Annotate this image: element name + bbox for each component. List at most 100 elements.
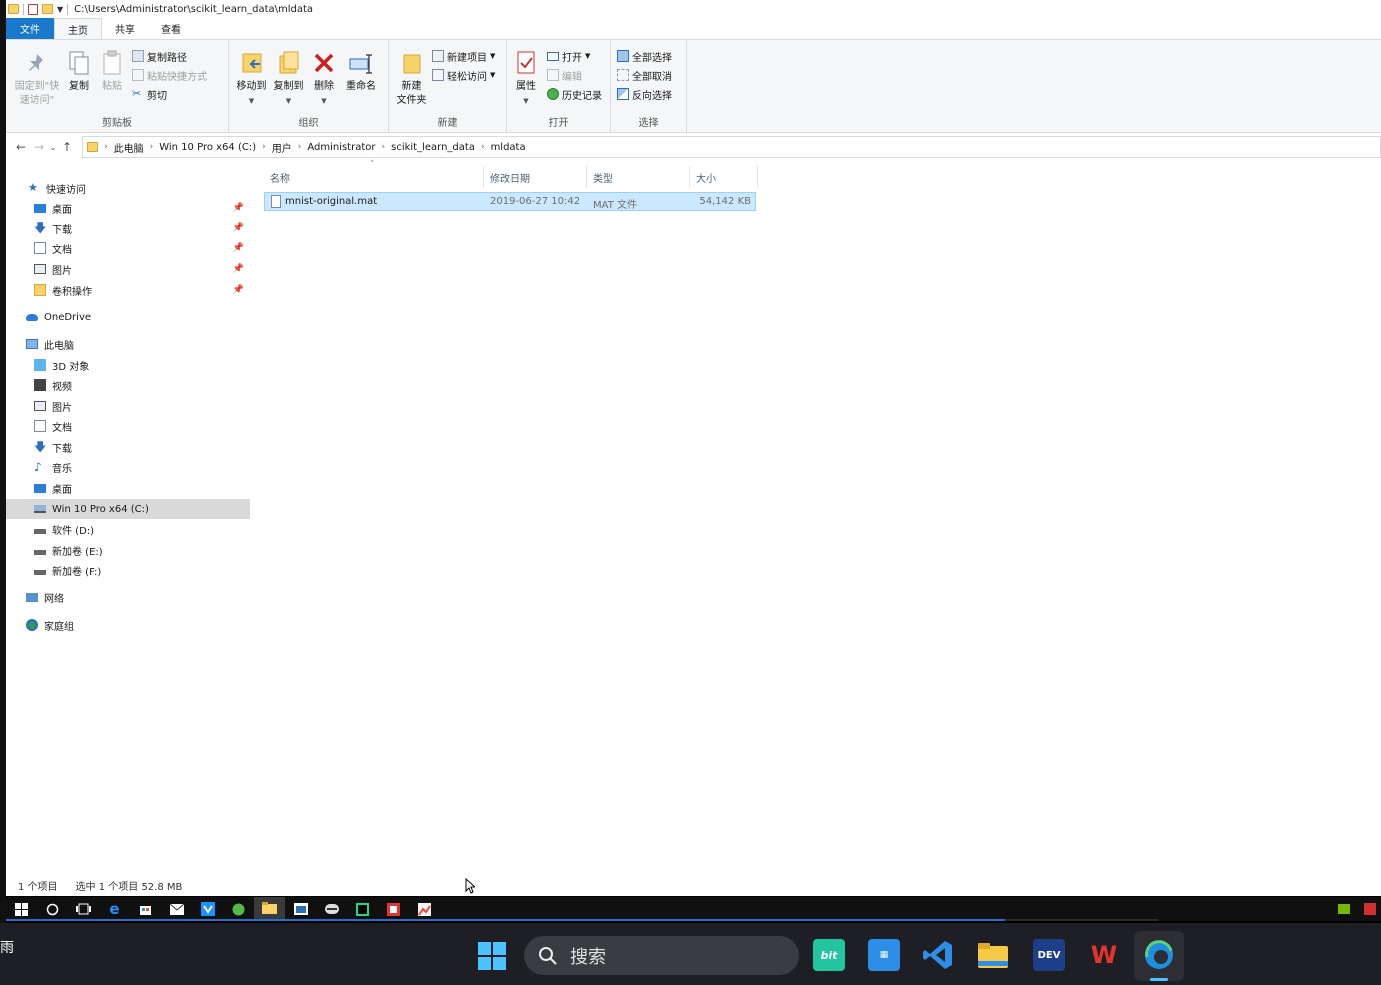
nav-pc-documents[interactable]: 文档 <box>6 416 250 436</box>
customize-toolbar-icon[interactable]: ▼ <box>57 5 63 14</box>
quick-access-toolbar: ▼ <box>6 3 69 15</box>
invert-selection-button[interactable]: 反向选择 <box>617 86 672 102</box>
chevron-right-icon[interactable]: › <box>262 142 266 152</box>
nav-onedrive[interactable]: OneDrive <box>6 307 250 327</box>
pin-icon[interactable]: 📌 <box>233 203 244 213</box>
taskbar-search-box[interactable]: 搜索 <box>524 936 799 975</box>
pin-icon[interactable]: 📌 <box>233 243 244 253</box>
up-arrow-icon[interactable]: ↑ <box>58 140 76 154</box>
new-folder-icon[interactable] <box>42 4 53 14</box>
devcpp-icon[interactable]: DEV <box>1033 939 1065 971</box>
nav-qa-documents[interactable]: 文档 📌 <box>6 238 250 258</box>
task-view-icon[interactable] <box>68 897 99 921</box>
chevron-right-icon[interactable]: › <box>481 142 485 152</box>
edge-icon[interactable] <box>1143 939 1175 971</box>
weather-widget[interactable]: 雨 <box>0 937 14 957</box>
breadcrumb-c-drive[interactable]: Win 10 Pro x64 (C:) <box>159 142 256 153</box>
bit-icon[interactable]: bit <box>813 939 845 971</box>
cortana-circle-icon[interactable] <box>37 897 68 921</box>
wechat-green-icon[interactable] <box>223 897 254 921</box>
chevron-right-icon[interactable]: › <box>298 142 302 152</box>
copy-path-label: 复制路径 <box>147 52 187 64</box>
vs-installer-icon[interactable] <box>192 897 223 921</box>
dash-app-icon[interactable] <box>316 897 347 921</box>
file-explorer-icon[interactable] <box>977 939 1009 971</box>
file-explorer-taskbar-icon[interactable] <box>254 897 285 921</box>
windows11-start-icon[interactable] <box>476 940 508 972</box>
nav-pc-e-drive[interactable]: 新加卷 (E:) <box>6 540 250 560</box>
nav-network[interactable]: 网络 <box>6 587 250 607</box>
nav-qa-desktop[interactable]: 桌面 📌 <box>6 198 250 218</box>
paste-shortcut-button[interactable]: 粘贴快捷方式 <box>132 67 207 83</box>
wps-icon[interactable]: W <box>1088 939 1120 971</box>
breadcrumb-users[interactable]: 用户 <box>272 140 292 155</box>
column-header-type[interactable]: 类型 <box>587 166 690 188</box>
youdao-icon[interactable]: ▦ <box>868 939 900 971</box>
column-header-date[interactable]: 修改日期 <box>484 166 587 188</box>
store-bag-icon[interactable] <box>130 897 161 921</box>
open-button[interactable]: 打开 ▼ <box>547 48 602 64</box>
nav-qa-downloads[interactable]: 🡇 下载 📌 <box>6 218 250 238</box>
column-header-name[interactable]: 名称 <box>264 166 484 188</box>
window-app-icon[interactable] <box>285 897 316 921</box>
nav-homegroup[interactable]: 家庭组 <box>6 615 250 635</box>
tab-file[interactable]: 文件 <box>6 18 54 39</box>
ie-edge-icon[interactable]: e <box>99 897 130 921</box>
clipboard-group: 固定到"快 速访问" 复制 粘贴 复制路径 粘贴快捷方式 ✂ 剪切 剪贴板 <box>6 40 229 132</box>
nav-pc-pictures[interactable]: 图片 <box>6 396 250 416</box>
red-app-icon[interactable] <box>378 897 409 921</box>
nav-pc-c-drive[interactable]: Win 10 Pro x64 (C:) <box>6 499 250 519</box>
file-row[interactable]: mnist-original.mat 2019-06-27 10:42 MAT … <box>264 192 756 211</box>
nav-pc-d-drive[interactable]: 软件 (D:) <box>6 519 250 539</box>
nav-pc-videos[interactable]: 视频 <box>6 375 250 395</box>
nav-this-pc[interactable]: 此电脑 <box>6 334 250 354</box>
pycharm-icon[interactable] <box>347 897 378 921</box>
tab-share[interactable]: 共享 <box>102 18 148 39</box>
chevron-right-icon[interactable]: › <box>150 142 154 152</box>
breadcrumb-this-pc[interactable]: 此电脑 <box>114 140 144 155</box>
address-row: ← → ⌄ ↑ › 此电脑 › Win 10 Pro x64 (C:) › 用户… <box>6 134 1381 160</box>
nav-pc-music[interactable]: ♪ 音乐 <box>6 457 250 477</box>
file-date: 2019-06-27 10:42 <box>490 196 581 207</box>
address-bar[interactable]: › 此电脑 › Win 10 Pro x64 (C:) › 用户 › Admin… <box>82 136 1381 158</box>
pin-icon[interactable]: 📌 <box>233 264 244 274</box>
pin-icon[interactable]: 📌 <box>233 285 244 295</box>
history-button[interactable]: 历史记录 <box>547 86 602 102</box>
nav-onedrive-label: OneDrive <box>44 311 92 323</box>
windows-start-icon[interactable] <box>6 897 37 921</box>
nav-qa-pictures[interactable]: 图片 📌 <box>6 259 250 279</box>
nav-pc-downloads[interactable]: 🡇 下载 <box>6 437 250 457</box>
chevron-right-icon[interactable]: › <box>104 142 108 152</box>
pin-icon[interactable]: 📌 <box>233 223 244 233</box>
nav-quick-access[interactable]: ★ 快速访问 <box>6 178 250 198</box>
nav-qa-convolution[interactable]: 卷积操作 📌 <box>6 280 250 300</box>
breadcrumb-mldata[interactable]: mldata <box>491 142 526 153</box>
new-item-button[interactable]: 新建项目 ▼ <box>432 48 495 64</box>
tab-home[interactable]: 主页 <box>54 18 102 39</box>
select-none-button[interactable]: 全部取消 <box>617 67 672 83</box>
nav-pc-desktop[interactable]: 桌面 <box>6 478 250 498</box>
file-type: MAT 文件 <box>593 200 637 211</box>
cut-button[interactable]: ✂ 剪切 <box>132 86 207 102</box>
breadcrumb-administrator[interactable]: Administrator <box>307 142 375 153</box>
recent-locations-chevron-icon[interactable]: ⌄ <box>48 143 58 152</box>
select-all-button[interactable]: 全部选择 <box>617 48 672 64</box>
tray-pdf-icon[interactable] <box>1359 897 1381 921</box>
vscode-icon[interactable] <box>922 939 954 971</box>
back-arrow-icon[interactable]: ← <box>12 140 30 154</box>
edit-button[interactable]: 编辑 <box>547 67 602 83</box>
outer-taskbar: 雨 搜索 bit ▦ DEV W <box>0 923 1381 985</box>
properties-icon[interactable] <box>28 3 38 15</box>
breadcrumb-scikit-learn-data[interactable]: scikit_learn_data <box>391 142 475 153</box>
photo-app-icon[interactable] <box>409 897 440 921</box>
tray-nvidia-icon[interactable] <box>1328 897 1359 921</box>
forward-arrow-icon[interactable]: → <box>30 140 48 154</box>
tab-view[interactable]: 查看 <box>148 18 194 39</box>
copy-path-button[interactable]: 复制路径 <box>132 48 207 64</box>
column-header-size[interactable]: 大小 <box>690 166 758 188</box>
chevron-right-icon[interactable]: › <box>382 142 386 152</box>
nav-pc-3d[interactable]: 3D 对象 <box>6 355 250 375</box>
nav-pc-f-drive[interactable]: 新加卷 (F:) <box>6 560 250 580</box>
easy-access-button[interactable]: 轻松访问 ▼ <box>432 67 495 83</box>
mail-icon[interactable] <box>161 897 192 921</box>
